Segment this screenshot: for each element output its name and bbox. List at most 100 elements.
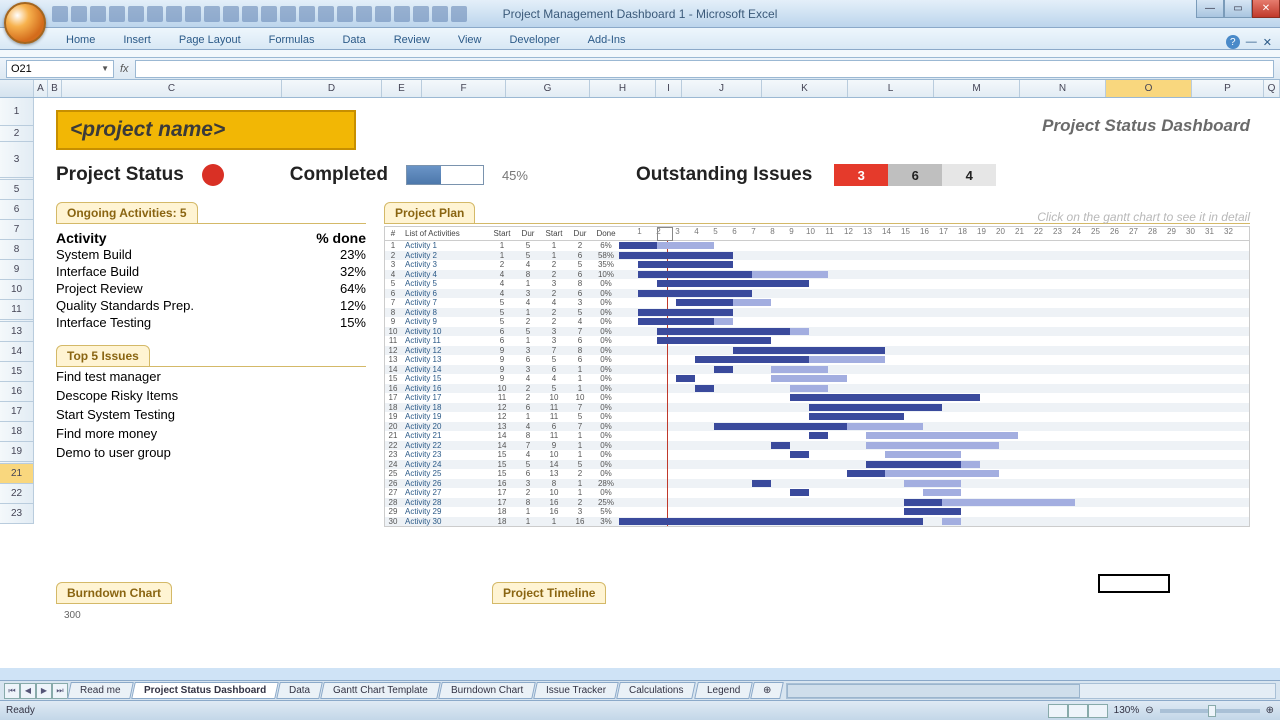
ribbon-tab-home[interactable]: Home <box>52 31 109 49</box>
col-K[interactable]: K <box>762 80 848 97</box>
gantt-row[interactable]: 9Activity 952240% <box>385 317 1249 327</box>
ribbon-tab-view[interactable]: View <box>444 31 496 49</box>
maximize-button[interactable]: ▭ <box>1224 0 1252 18</box>
ribbon-tab-add-ins[interactable]: Add-Ins <box>574 31 640 49</box>
sheet-tab[interactable]: Calculations <box>616 682 696 699</box>
ribbon-tab-developer[interactable]: Developer <box>495 31 573 49</box>
help-icon[interactable]: ? <box>1226 35 1240 49</box>
col-M[interactable]: M <box>934 80 1020 97</box>
view-normal[interactable] <box>1048 704 1068 718</box>
ribbon-tab-insert[interactable]: Insert <box>109 31 165 49</box>
ribbon-minimize-icon[interactable]: — <box>1246 36 1257 48</box>
gantt-row[interactable]: 23Activity 231541010% <box>385 450 1249 460</box>
project-name-cell[interactable]: <project name> <box>56 110 356 150</box>
gantt-row[interactable]: 26Activity 261638128% <box>385 479 1249 489</box>
col-N[interactable]: N <box>1020 80 1106 97</box>
ribbon-tab-review[interactable]: Review <box>380 31 444 49</box>
activity-row: Interface Testing15% <box>56 314 366 331</box>
col-D[interactable]: D <box>282 80 382 97</box>
col-G[interactable]: G <box>506 80 590 97</box>
doc-close-icon[interactable]: ✕ <box>1263 36 1272 49</box>
gantt-row[interactable]: 20Activity 20134670% <box>385 422 1249 432</box>
gantt-row[interactable]: 12Activity 1293780% <box>385 346 1249 356</box>
gantt-row[interactable]: 22Activity 22147910% <box>385 441 1249 451</box>
col-I[interactable]: I <box>656 80 682 97</box>
view-layout[interactable] <box>1068 704 1088 718</box>
gantt-row[interactable]: 27Activity 271721010% <box>385 488 1249 498</box>
sheet-tab[interactable]: Read me <box>67 682 133 699</box>
gantt-row[interactable]: 3Activity 3242535% <box>385 260 1249 270</box>
col-A[interactable]: A <box>34 80 48 97</box>
timeline-tab: Project Timeline <box>492 582 606 604</box>
sheet-tab[interactable]: Burndown Chart <box>438 682 536 699</box>
gantt-row[interactable]: 16Activity 16102510% <box>385 384 1249 394</box>
quick-access-toolbar[interactable] <box>52 6 467 22</box>
sheet-nav-first[interactable]: ⏮ <box>4 683 20 699</box>
gantt-row[interactable]: 11Activity 1161360% <box>385 336 1249 346</box>
col-L[interactable]: L <box>848 80 934 97</box>
gantt-row[interactable]: 25Activity 251561320% <box>385 469 1249 479</box>
gantt-row[interactable]: 1Activity 115126% <box>385 241 1249 251</box>
office-button[interactable] <box>4 2 46 44</box>
worksheet-area[interactable]: 12356789101113141516171819212223 <projec… <box>0 98 1280 668</box>
gantt-row[interactable]: 30Activity 301811163% <box>385 517 1249 527</box>
view-pagebreak[interactable] <box>1088 704 1108 718</box>
sheet-tab[interactable]: Issue Tracker <box>533 682 619 699</box>
gantt-row[interactable]: 6Activity 643260% <box>385 289 1249 299</box>
sheet-tab[interactable]: Project Status Dashboard <box>131 682 279 699</box>
col-F[interactable]: F <box>422 80 506 97</box>
gantt-row[interactable]: 4Activity 4482610% <box>385 270 1249 280</box>
col-P[interactable]: P <box>1192 80 1264 97</box>
column-headers[interactable]: ABCDEFGHIJKLMNOPQ <box>0 80 1280 98</box>
ribbon-tab-formulas[interactable]: Formulas <box>255 31 329 49</box>
gantt-row[interactable]: 14Activity 1493610% <box>385 365 1249 375</box>
close-button[interactable]: ✕ <box>1252 0 1280 18</box>
issue-item: Demo to user group <box>56 443 366 462</box>
gantt-row[interactable]: 28Activity 2817816225% <box>385 498 1249 508</box>
issues-gray: 6 <box>888 164 942 186</box>
col-Q[interactable]: Q <box>1264 80 1280 97</box>
gantt-row[interactable]: 19Activity 191211150% <box>385 412 1249 422</box>
col-J[interactable]: J <box>682 80 762 97</box>
gantt-row[interactable]: 29Activity 291811635% <box>385 507 1249 517</box>
sheet-tab[interactable]: Gantt Chart Template <box>320 682 440 699</box>
gantt-row[interactable]: 24Activity 241551450% <box>385 460 1249 470</box>
gantt-row[interactable]: 7Activity 754430% <box>385 298 1249 308</box>
row-headers[interactable]: 12356789101113141516171819212223 <box>0 98 34 524</box>
sheet-nav-last[interactable]: ⏭ <box>52 683 68 699</box>
gantt-row[interactable]: 18Activity 181261170% <box>385 403 1249 413</box>
zoom-out-icon[interactable]: ⊖ <box>1145 705 1153 716</box>
gantt-row[interactable]: 5Activity 541380% <box>385 279 1249 289</box>
minimize-button[interactable]: — <box>1196 0 1224 18</box>
sheet-tab[interactable]: Data <box>276 682 323 699</box>
gantt-row[interactable]: 2Activity 2151658% <box>385 251 1249 261</box>
zoom-in-icon[interactable]: ⊕ <box>1266 705 1274 716</box>
gantt-row[interactable]: 21Activity 211481110% <box>385 431 1249 441</box>
activity-row: Interface Build32% <box>56 263 366 280</box>
name-box[interactable]: O21▼ <box>6 60 114 78</box>
sheet-nav-next[interactable]: ▶ <box>36 683 52 699</box>
activity-row: Project Review64% <box>56 280 366 297</box>
gantt-row[interactable]: 13Activity 1396560% <box>385 355 1249 365</box>
gantt-row[interactable]: 10Activity 1065370% <box>385 327 1249 337</box>
gantt-row[interactable]: 17Activity 1711210100% <box>385 393 1249 403</box>
gantt-chart[interactable]: #List of ActivitiesStartDurStartDurDone1… <box>384 226 1250 527</box>
fx-icon[interactable]: fx <box>120 63 129 75</box>
col-B[interactable]: B <box>48 80 62 97</box>
sheet-nav-prev[interactable]: ◀ <box>20 683 36 699</box>
gantt-row[interactable]: 8Activity 851250% <box>385 308 1249 318</box>
formula-bar: O21▼ fx <box>0 58 1280 80</box>
ribbon-tab-page-layout[interactable]: Page Layout <box>165 31 255 49</box>
zoom-slider[interactable] <box>1160 709 1260 713</box>
col-E[interactable]: E <box>382 80 422 97</box>
horizontal-scrollbar[interactable] <box>786 683 1276 699</box>
col-O[interactable]: O <box>1106 80 1192 97</box>
active-cell-o21[interactable] <box>1098 574 1170 593</box>
insert-sheet[interactable]: ⊕ <box>750 682 784 699</box>
gantt-row[interactable]: 15Activity 1594410% <box>385 374 1249 384</box>
col-H[interactable]: H <box>590 80 656 97</box>
formula-input[interactable] <box>135 60 1274 78</box>
ribbon-tab-data[interactable]: Data <box>328 31 379 49</box>
col-C[interactable]: C <box>62 80 282 97</box>
sheet-tab[interactable]: Legend <box>694 682 753 699</box>
